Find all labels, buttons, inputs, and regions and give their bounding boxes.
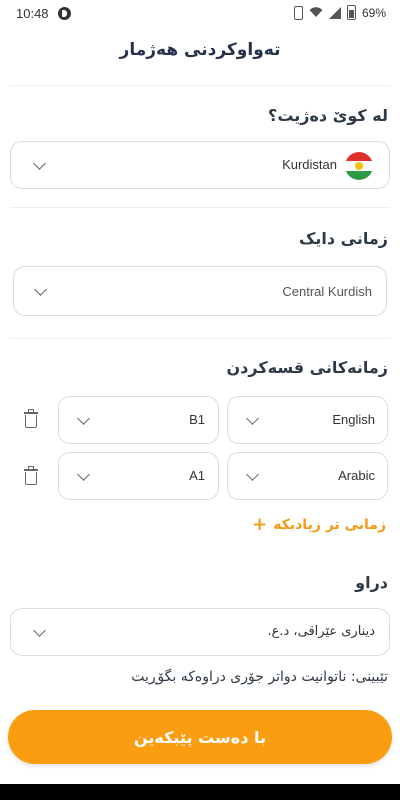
chevron-down-icon — [246, 412, 259, 425]
signal-icon — [328, 6, 341, 19]
chevron-down-icon — [246, 468, 259, 481]
status-icons: 69% — [293, 5, 386, 20]
currency-label: دراو — [355, 573, 388, 592]
add-language-button[interactable]: زمانی تر زیادبکە + — [252, 516, 386, 534]
native-language-value: Central Kurdish — [282, 284, 372, 299]
battery-percent: 69% — [361, 5, 386, 20]
spoken-languages-label: زمانەکانی قسەکردن — [226, 358, 389, 377]
native-language-select[interactable]: Central Kurdish — [13, 266, 387, 316]
divider — [10, 207, 390, 208]
language-level-select[interactable]: B1 — [58, 396, 219, 444]
language-name-value: Arabic — [338, 468, 375, 483]
currency-note: تێبینی: ناتوانیت دواتر جۆری دراوەکە بگۆڕ… — [131, 669, 388, 685]
divider — [10, 85, 390, 86]
battery-icon — [346, 5, 356, 20]
language-level-value: A1 — [189, 468, 205, 483]
location-label: لە کوێ دەژیت؟ — [268, 106, 388, 125]
divider — [10, 338, 390, 339]
language-name-select[interactable]: English — [227, 396, 388, 444]
location-select[interactable]: Kurdistan — [10, 141, 390, 189]
chevron-down-icon — [77, 468, 90, 481]
wifi-icon — [309, 7, 323, 17]
location-value: Kurdistan — [282, 157, 337, 172]
chevron-down-icon — [33, 157, 46, 170]
language-level-select[interactable]: A1 — [58, 452, 219, 500]
native-language-label: زمانی دایک — [299, 229, 388, 248]
chevron-down-icon — [77, 412, 90, 425]
add-language-label: زمانی تر زیادبکە — [273, 517, 386, 533]
chevron-down-icon — [33, 624, 46, 637]
currency-value: دیناری عێراقی، د.ع. — [267, 624, 375, 639]
vibrate-icon — [293, 5, 303, 20]
language-name-value: English — [332, 412, 375, 427]
delete-icon[interactable] — [24, 409, 38, 428]
kurdistan-flag-icon — [345, 152, 373, 180]
language-name-select[interactable]: Arabic — [227, 452, 388, 500]
chevron-down-icon — [34, 283, 47, 296]
status-bar: 10:48 69% — [0, 0, 400, 28]
delete-icon[interactable] — [24, 466, 38, 485]
start-button[interactable]: با دەست پێبکەین — [8, 710, 392, 764]
system-nav-bar — [0, 784, 400, 800]
status-time: 10:48 — [16, 6, 49, 21]
page-title: تەواوکردنی هەژمار — [119, 40, 281, 60]
currency-select[interactable]: دیناری عێراقی، د.ع. — [10, 608, 390, 656]
language-level-value: B1 — [189, 412, 205, 427]
app-notification-icon — [58, 7, 71, 20]
plus-icon: + — [252, 514, 268, 535]
